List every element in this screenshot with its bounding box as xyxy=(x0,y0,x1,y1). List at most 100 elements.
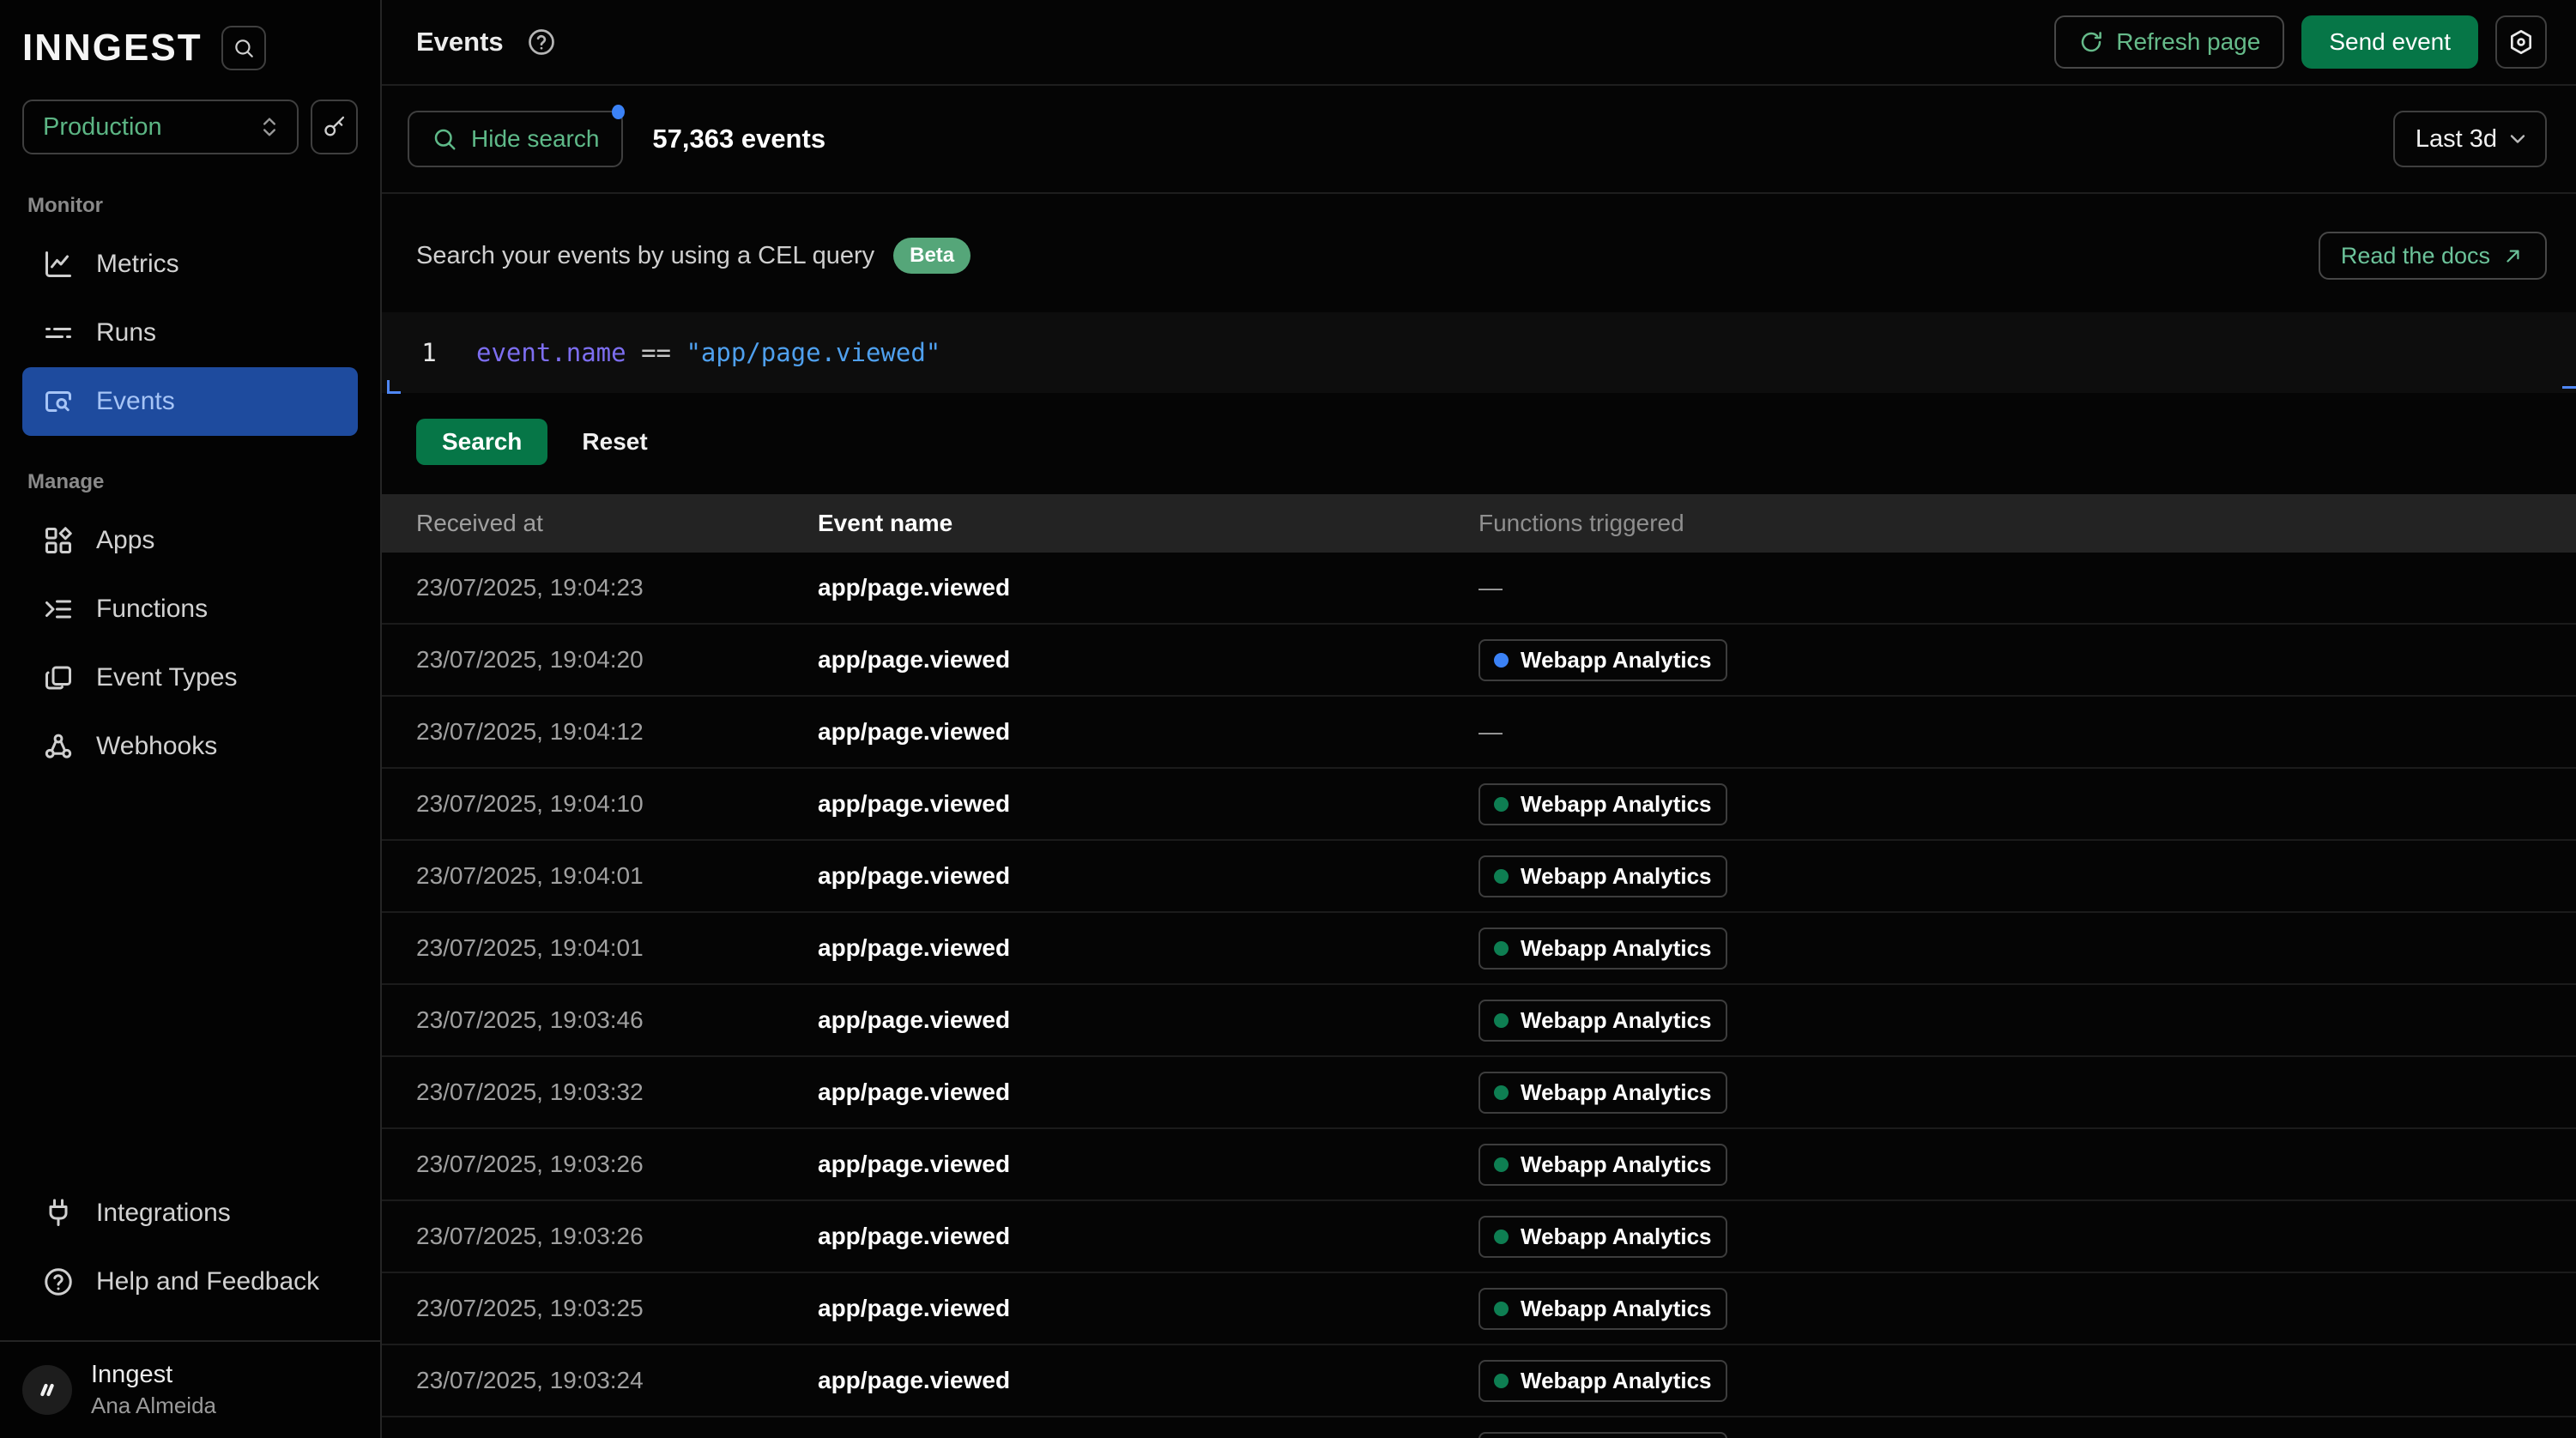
hide-search-button[interactable]: Hide search xyxy=(408,111,623,167)
cell-event-name: app/page.viewed xyxy=(818,1006,1478,1034)
sidebar-item-functions[interactable]: Functions xyxy=(22,575,358,643)
sidebar-item-integrations[interactable]: Integrations xyxy=(22,1179,358,1248)
chevrons-up-down-icon xyxy=(257,115,281,139)
inngest-logo[interactable]: INNGEST xyxy=(22,27,203,69)
cell-event-name: app/page.viewed xyxy=(818,1223,1478,1250)
read-docs-label: Read the docs xyxy=(2341,243,2490,269)
function-badge-label: Webapp Analytics xyxy=(1521,863,1712,890)
cel-search-panel: Search your events by using a CEL query … xyxy=(382,194,2576,465)
section-label-manage: Manage xyxy=(0,470,380,494)
cell-functions: Webapp Analytics xyxy=(1478,639,2576,681)
function-badge[interactable]: Webapp Analytics xyxy=(1478,1432,1727,1438)
table-row[interactable]: 23/07/2025, 19:03:24 app/page.viewed Web… xyxy=(382,1345,2576,1417)
cell-functions: Webapp Analytics xyxy=(1478,1144,2576,1186)
sidebar-item-label: Help and Feedback xyxy=(96,1267,319,1296)
function-badge[interactable]: Webapp Analytics xyxy=(1478,1288,1727,1330)
line-number: 1 xyxy=(382,338,476,367)
table-row[interactable]: 23/07/2025, 19:03:26 app/page.viewed Web… xyxy=(382,1129,2576,1201)
cell-functions: Webapp Analytics xyxy=(1478,1360,2576,1402)
events-toolbar: Hide search 57,363 events Last 3d xyxy=(382,86,2576,194)
event-keys-button[interactable] xyxy=(311,100,358,154)
function-badge[interactable]: Webapp Analytics xyxy=(1478,1360,1727,1402)
cell-received-at: 23/07/2025, 19:04:01 xyxy=(382,862,818,890)
org-name: Inngest xyxy=(91,1361,216,1389)
function-status-dot xyxy=(1494,941,1509,956)
code-operator-token: == xyxy=(626,338,686,367)
table-row[interactable]: 23/07/2025, 19:04:01 app/page.viewed Web… xyxy=(382,913,2576,985)
time-range-select[interactable]: Last 3d xyxy=(2393,111,2547,167)
sidebar-item-label: Runs xyxy=(96,318,156,347)
table-row[interactable]: 23/07/2025, 19:03:23 app/page.viewed Web… xyxy=(382,1417,2576,1438)
cell-event-name: app/page.viewed xyxy=(818,1151,1478,1178)
sidebar-logo-row: INNGEST xyxy=(0,0,380,70)
table-row[interactable]: 23/07/2025, 19:04:20 app/page.viewed Web… xyxy=(382,625,2576,697)
cell-received-at: 23/07/2025, 19:04:10 xyxy=(382,790,818,818)
table-row[interactable]: 23/07/2025, 19:03:26 app/page.viewed Web… xyxy=(382,1201,2576,1273)
avatar xyxy=(22,1365,72,1415)
cell-received-at: 23/07/2025, 19:04:01 xyxy=(382,934,818,962)
cell-event-name: app/page.viewed xyxy=(818,790,1478,818)
refresh-page-button[interactable]: Refresh page xyxy=(2054,15,2284,69)
table-row[interactable]: 23/07/2025, 19:03:46 app/page.viewed Web… xyxy=(382,985,2576,1057)
environment-row: Production xyxy=(0,70,380,154)
column-functions-triggered: Functions triggered xyxy=(1478,510,2576,537)
page-help-icon[interactable] xyxy=(526,27,557,57)
function-status-dot xyxy=(1494,1013,1509,1028)
function-status-dot xyxy=(1494,869,1509,884)
account-menu[interactable]: Inngest Ana Almeida xyxy=(0,1340,380,1438)
search-button[interactable]: Search xyxy=(416,419,547,465)
table-body: 23/07/2025, 19:04:23 app/page.viewed — 2… xyxy=(382,553,2576,1438)
send-event-label: Send event xyxy=(2329,28,2451,56)
table-row[interactable]: 23/07/2025, 19:04:01 app/page.viewed Web… xyxy=(382,841,2576,913)
search-actions-row: Search Reset xyxy=(382,393,2576,465)
table-row[interactable]: 23/07/2025, 19:04:10 app/page.viewed Web… xyxy=(382,769,2576,841)
sidebar-item-apps[interactable]: Apps xyxy=(22,506,358,575)
cell-received-at: 23/07/2025, 19:03:32 xyxy=(382,1078,818,1106)
cell-event-name: app/page.viewed xyxy=(818,1367,1478,1394)
sidebar-item-metrics[interactable]: Metrics xyxy=(22,230,358,299)
function-badge[interactable]: Webapp Analytics xyxy=(1478,927,1727,970)
sidebar-item-events[interactable]: Events xyxy=(22,367,358,436)
column-received-at: Received at xyxy=(382,510,818,537)
sidebar-item-event-types[interactable]: Event Types xyxy=(22,643,358,712)
editor-focus-corner xyxy=(387,380,401,394)
sidebar: INNGEST Production Monitor xyxy=(0,0,382,1438)
refresh-icon xyxy=(2078,29,2104,55)
cel-panel-title-row: Search your events by using a CEL query … xyxy=(382,194,2576,280)
function-badge[interactable]: Webapp Analytics xyxy=(1478,783,1727,825)
cell-received-at: 23/07/2025, 19:04:23 xyxy=(382,574,818,601)
events-table: Received at Event name Functions trigger… xyxy=(382,494,2576,1438)
no-functions-dash: — xyxy=(1478,718,1503,745)
function-badge[interactable]: Webapp Analytics xyxy=(1478,1000,1727,1042)
table-row[interactable]: 23/07/2025, 19:03:32 app/page.viewed Web… xyxy=(382,1057,2576,1129)
settings-button[interactable] xyxy=(2495,15,2547,69)
function-badge-label: Webapp Analytics xyxy=(1521,935,1712,962)
function-badge[interactable]: Webapp Analytics xyxy=(1478,855,1727,897)
sidebar-item-label: Metrics xyxy=(96,250,179,279)
sidebar-item-webhooks[interactable]: Webhooks xyxy=(22,712,358,781)
function-badge[interactable]: Webapp Analytics xyxy=(1478,1072,1727,1114)
read-docs-button[interactable]: Read the docs xyxy=(2319,232,2547,280)
function-badge[interactable]: Webapp Analytics xyxy=(1478,1144,1727,1186)
table-row[interactable]: 23/07/2025, 19:04:12 app/page.viewed — xyxy=(382,697,2576,769)
external-link-icon xyxy=(2502,245,2525,267)
sidebar-item-runs[interactable]: Runs xyxy=(22,299,358,367)
main-content: Events Refresh page Send event xyxy=(382,0,2576,1438)
cell-received-at: 23/07/2025, 19:03:24 xyxy=(382,1367,818,1394)
global-search-button[interactable] xyxy=(221,26,266,70)
function-badge-label: Webapp Analytics xyxy=(1521,1224,1712,1250)
send-event-button[interactable]: Send event xyxy=(2301,15,2478,69)
events-search-icon xyxy=(43,386,74,417)
table-row[interactable]: 23/07/2025, 19:03:25 app/page.viewed Web… xyxy=(382,1273,2576,1345)
sidebar-item-help[interactable]: Help and Feedback xyxy=(22,1248,358,1316)
function-badge[interactable]: Webapp Analytics xyxy=(1478,1216,1727,1258)
cell-received-at: 23/07/2025, 19:04:20 xyxy=(382,646,818,674)
reset-button[interactable]: Reset xyxy=(582,428,647,456)
cell-event-name: app/page.viewed xyxy=(818,646,1478,674)
table-row[interactable]: 23/07/2025, 19:04:23 app/page.viewed — xyxy=(382,553,2576,625)
function-badge-label: Webapp Analytics xyxy=(1521,1007,1712,1034)
environment-select[interactable]: Production xyxy=(22,100,299,154)
function-badge-label: Webapp Analytics xyxy=(1521,1079,1712,1106)
function-badge[interactable]: Webapp Analytics xyxy=(1478,639,1727,681)
cel-query-editor[interactable]: 1 event.name == "app/page.viewed" xyxy=(382,312,2576,393)
